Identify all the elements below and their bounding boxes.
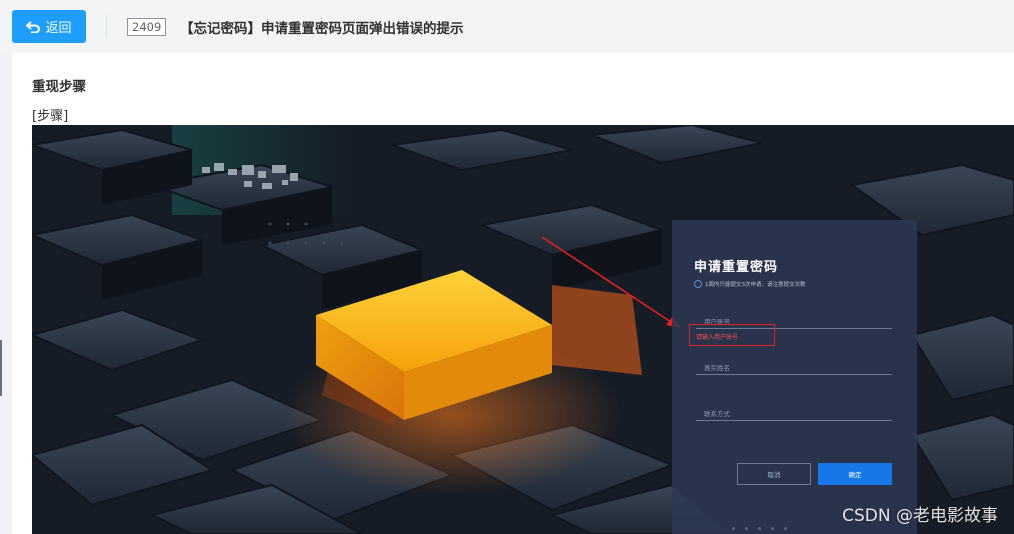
carousel-dot[interactable] <box>732 527 735 530</box>
cancel-button[interactable]: 取消 <box>737 463 811 485</box>
top-bar: 返回 2409 【忘记密码】申请重置密码页面弹出错误的提示 <box>0 0 1014 52</box>
phone-placeholder: 联系方式 <box>704 410 730 418</box>
issue-id-badge: 2409 <box>127 18 167 36</box>
realname-placeholder: 真实姓名 <box>704 364 730 372</box>
back-arrow-icon <box>26 20 41 33</box>
dialog-title: 申请重置密码 <box>694 260 779 275</box>
info-icon <box>694 280 702 288</box>
error-highlight-box <box>689 324 775 346</box>
realname-field[interactable]: 真实姓名 <box>696 364 892 375</box>
carousel-dot[interactable] <box>771 527 774 530</box>
ok-button[interactable]: 确定 <box>818 463 892 485</box>
watermark: CSDN @老电影故事 <box>842 506 998 526</box>
back-button[interactable]: 返回 <box>12 10 86 43</box>
issue-detail-card: 重现步骤 [步骤] 申请重置密码 1周内只能提交3次申请，请注意提交次数 用户账… <box>12 53 1014 534</box>
attached-screenshot: 申请重置密码 1周内只能提交3次申请，请注意提交次数 用户账号 请输入用户账号 … <box>32 125 1014 534</box>
carousel-dot[interactable] <box>745 527 748 530</box>
phone-field[interactable]: 联系方式 <box>696 410 892 421</box>
dialog-hint: 1周内只能提交3次申请，请注意提交次数 <box>694 280 806 288</box>
step-label: [步骤] <box>32 109 69 124</box>
back-button-label: 返回 <box>45 21 72 36</box>
carousel-dot[interactable] <box>784 527 787 530</box>
issue-title: 【忘记密码】申请重置密码页面弹出错误的提示 <box>180 21 464 37</box>
reset-password-dialog: 申请重置密码 1周内只能提交3次申请，请注意提交次数 用户账号 请输入用户账号 … <box>672 220 917 534</box>
dialog-hint-text: 1周内只能提交3次申请，请注意提交次数 <box>705 282 806 288</box>
side-handle[interactable] <box>0 340 2 396</box>
section-heading: 重现步骤 <box>32 79 86 95</box>
header-divider <box>106 15 107 37</box>
carousel-dots <box>732 527 787 530</box>
carousel-dot[interactable] <box>758 527 761 530</box>
